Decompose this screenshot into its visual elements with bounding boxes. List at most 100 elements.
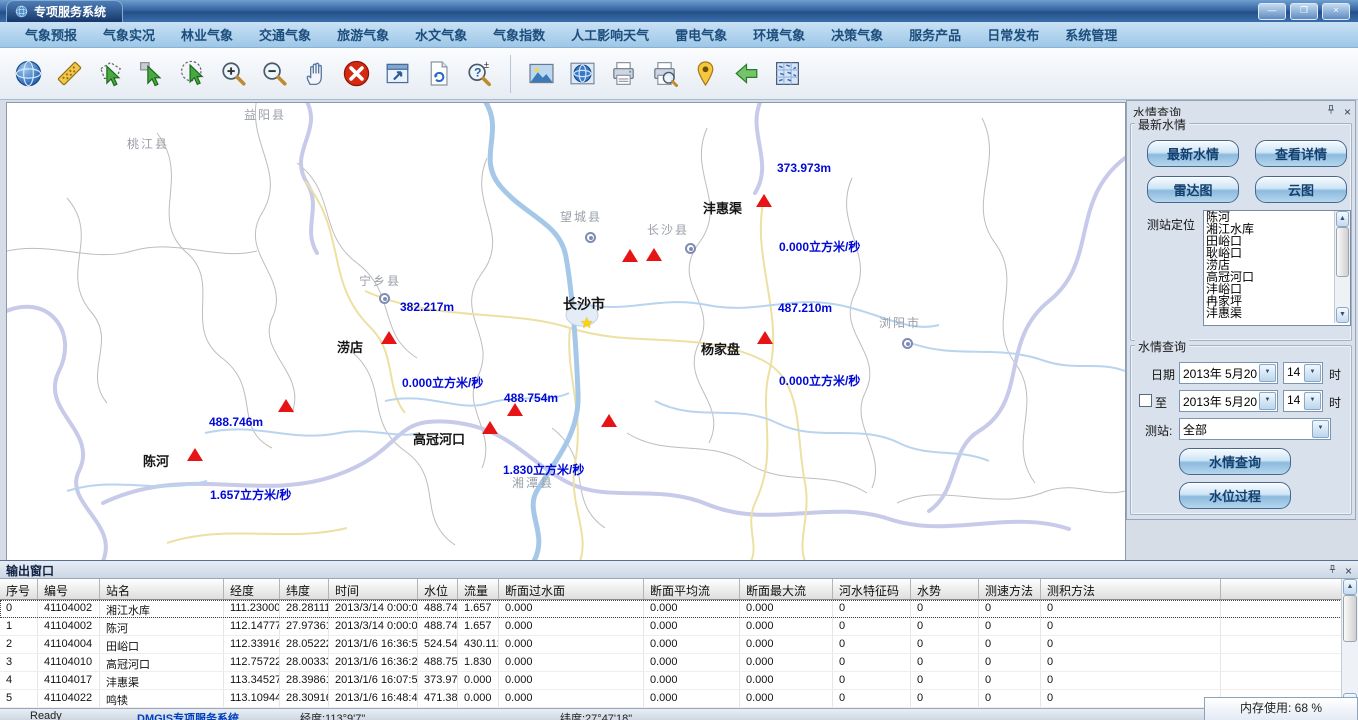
table-scrollbar[interactable]: ▲ ▼ <box>1341 579 1358 709</box>
column-header-河水特征码[interactable]: 河水特征码 <box>833 579 911 599</box>
close-panel-icon[interactable]: × <box>1344 106 1351 118</box>
scroll-up-icon[interactable]: ▲ <box>1343 579 1357 595</box>
date-to-combo[interactable]: 2013年 5月20日 ▼ <box>1179 390 1278 412</box>
measure-icon[interactable] <box>53 57 86 90</box>
chevron-down-icon[interactable]: ▼ <box>1312 420 1329 438</box>
select-circle-icon[interactable] <box>176 57 209 90</box>
station-triangle-marker[interactable] <box>757 331 773 344</box>
identify-icon[interactable]: ±? <box>463 57 496 90</box>
column-header-水势[interactable]: 水势 <box>911 579 979 599</box>
pan-icon[interactable] <box>299 57 332 90</box>
table-row[interactable]: 441104017沣惠渠113.34527828.3986112013/1/6 … <box>0 672 1342 690</box>
station-triangle-marker[interactable] <box>601 414 617 427</box>
column-header-流量[interactable]: 流量 <box>458 579 499 599</box>
select-polygon-icon[interactable] <box>94 57 127 90</box>
globe-icon[interactable] <box>12 57 45 90</box>
zoom-out-icon[interactable] <box>258 57 291 90</box>
menu-item-日常发布[interactable]: 日常发布 <box>974 25 1052 44</box>
menu-item-林业气象[interactable]: 林业气象 <box>168 25 246 44</box>
station-triangle-marker[interactable] <box>622 249 638 262</box>
menu-item-人工影响天气[interactable]: 人工影响天气 <box>558 25 662 44</box>
scrollbar-thumb[interactable] <box>1336 227 1349 277</box>
table-row[interactable]: 541104022鸣犊113.10944428.3091672013/1/6 1… <box>0 690 1342 708</box>
menu-item-气象实况[interactable]: 气象实况 <box>90 25 168 44</box>
column-header-经度[interactable]: 经度 <box>224 579 280 599</box>
table-cell: 111.230000 <box>224 600 280 617</box>
station-triangle-marker[interactable] <box>507 403 523 416</box>
chevron-down-icon[interactable]: ▼ <box>1304 364 1321 382</box>
list-item-沣惠渠[interactable]: 沣惠渠 <box>1204 307 1350 319</box>
table-row[interactable]: 241104004田峪口112.33916728.0522222013/1/6 … <box>0 636 1342 654</box>
column-header-测积方法[interactable]: 测积方法 <box>1041 579 1221 599</box>
station-combo[interactable]: 全部 ▼ <box>1179 418 1331 440</box>
close-button[interactable]: × <box>1322 3 1350 20</box>
chevron-down-icon[interactable]: ▼ <box>1304 392 1321 410</box>
station-triangle-marker[interactable] <box>482 421 498 434</box>
menu-item-气象指数[interactable]: 气象指数 <box>480 25 558 44</box>
pin-icon[interactable] <box>1325 103 1337 121</box>
print-preview-icon[interactable] <box>648 57 681 90</box>
back-icon[interactable] <box>730 57 763 90</box>
stop-icon[interactable] <box>340 57 373 90</box>
placemark-icon[interactable] <box>689 57 722 90</box>
column-header-断面最大流[interactable]: 断面最大流 <box>740 579 833 599</box>
station-locator-list[interactable]: 陈河湘江水库田峪口耿峪口涝店高冠河口沣峪口冉家坪沣惠渠 ▲ ▼ <box>1203 210 1351 326</box>
table-row[interactable]: 341104010高冠河口112.75722228.0033332013/1/6… <box>0 654 1342 672</box>
column-header-断面平均流[interactable]: 断面平均流 <box>644 579 740 599</box>
column-header-水位[interactable]: 水位 <box>418 579 458 599</box>
pin-icon[interactable] <box>1327 562 1338 580</box>
station-triangle-marker[interactable] <box>646 248 662 261</box>
column-header-编号[interactable]: 编号 <box>38 579 100 599</box>
menu-item-雷电气象[interactable]: 雷电气象 <box>662 25 740 44</box>
chevron-down-icon[interactable]: ▼ <box>1259 392 1276 410</box>
map-viewport[interactable]: 益阳县桃江县望城县长沙县宁乡县浏阳市湘潭县沣惠渠涝店长沙市杨家盘高冠河口陈河37… <box>6 102 1126 562</box>
button-云图[interactable]: 云图 <box>1255 176 1347 203</box>
menu-item-旅游气象[interactable]: 旅游气象 <box>324 25 402 44</box>
globe-view-icon[interactable] <box>566 57 599 90</box>
button-查看详情[interactable]: 查看详情 <box>1255 140 1347 167</box>
column-header-时间[interactable]: 时间 <box>329 579 418 599</box>
zoom-in-icon[interactable] <box>217 57 250 90</box>
date-from-combo[interactable]: 2013年 5月20日 ▼ <box>1179 362 1278 384</box>
station-triangle-marker[interactable] <box>187 448 203 461</box>
button-雷达图[interactable]: 雷达图 <box>1147 176 1239 203</box>
column-header-测速方法[interactable]: 测速方法 <box>979 579 1041 599</box>
station-triangle-marker[interactable] <box>278 399 294 412</box>
select-element-icon[interactable] <box>135 57 168 90</box>
table-cell: 0.000 <box>644 672 740 689</box>
menu-item-气象预报[interactable]: 气象预报 <box>12 25 90 44</box>
column-header-断面过水面[interactable]: 断面过水面 <box>499 579 644 599</box>
scroll-up-icon[interactable]: ▲ <box>1336 211 1349 227</box>
overview-map-icon[interactable] <box>771 57 804 90</box>
station-triangle-marker[interactable] <box>381 331 397 344</box>
menu-item-服务产品[interactable]: 服务产品 <box>896 25 974 44</box>
menu-item-水文气象[interactable]: 水文气象 <box>402 25 480 44</box>
column-header-站名[interactable]: 站名 <box>100 579 224 599</box>
water-stage-process-button[interactable]: 水位过程 <box>1179 482 1291 509</box>
hour-from-combo[interactable]: 14 ▼ <box>1283 362 1323 384</box>
list-scrollbar[interactable]: ▲ ▼ <box>1334 211 1350 323</box>
column-header-纬度[interactable]: 纬度 <box>280 579 329 599</box>
table-row[interactable]: 041104002湘江水库111.23000028.2811112013/3/1… <box>0 600 1342 618</box>
close-output-icon[interactable]: × <box>1345 565 1352 577</box>
menu-item-决策气象[interactable]: 决策气象 <box>818 25 896 44</box>
button-最新水情[interactable]: 最新水情 <box>1147 140 1239 167</box>
scroll-down-icon[interactable]: ▼ <box>1336 307 1349 323</box>
menu-item-环境气象[interactable]: 环境气象 <box>740 25 818 44</box>
menu-item-交通气象[interactable]: 交通气象 <box>246 25 324 44</box>
station-triangle-marker[interactable] <box>756 194 772 207</box>
to-checkbox[interactable] <box>1139 394 1152 407</box>
column-header-序号[interactable]: 序号 <box>0 579 38 599</box>
print-icon[interactable] <box>607 57 640 90</box>
refresh-icon[interactable] <box>422 57 455 90</box>
image-export-icon[interactable] <box>525 57 558 90</box>
minimize-button[interactable]: — <box>1258 3 1286 20</box>
scrollbar-thumb[interactable] <box>1343 595 1357 642</box>
export-window-icon[interactable] <box>381 57 414 90</box>
hour-to-combo[interactable]: 14 ▼ <box>1283 390 1323 412</box>
chevron-down-icon[interactable]: ▼ <box>1259 364 1276 382</box>
restore-button[interactable]: ❐ <box>1290 3 1318 20</box>
menu-item-系统管理[interactable]: 系统管理 <box>1052 25 1130 44</box>
water-query-button[interactable]: 水情查询 <box>1179 448 1291 475</box>
table-row[interactable]: 141104002陈河112.14777827.9736112013/3/14 … <box>0 618 1342 636</box>
